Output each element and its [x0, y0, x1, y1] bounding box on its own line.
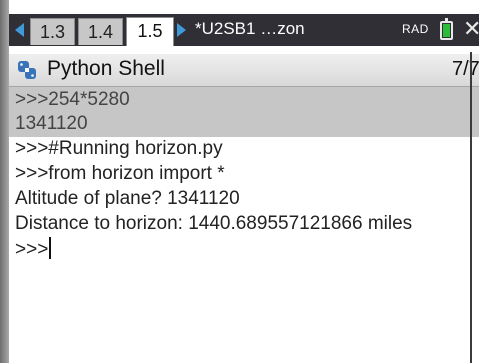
- page-count: 7/7: [452, 58, 479, 80]
- screen-bezel: [0, 0, 9, 363]
- arrow-left-icon[interactable]: [15, 23, 24, 37]
- calculator-screen: 1.3 1.4 1.5 *U2SB1 …zon RAD ✕ Python She…: [0, 0, 479, 363]
- shell-line-altitude: Altitude of plane? 1341120: [15, 188, 240, 209]
- shell-line-import: >>>from horizon import *: [15, 163, 225, 184]
- close-icon[interactable]: ✕: [463, 14, 479, 46]
- python-shell-output[interactable]: >>>254*5280 1341120 >>>#Running horizon.…: [9, 87, 479, 363]
- tab-bar: 1.3 1.4 1.5 *U2SB1 …zon RAD ✕: [9, 14, 479, 46]
- document-title: *U2SB1 …zon: [195, 19, 305, 38]
- shell-line-distance: Distance to horizon: 1440.689557121866 m…: [15, 213, 413, 234]
- tab-1-5[interactable]: 1.5: [126, 17, 174, 46]
- angle-mode-indicator: RAD: [402, 22, 429, 36]
- shell-line-input[interactable]: >>>254*5280: [9, 87, 479, 113]
- app-header: Python Shell 7/7: [9, 54, 479, 87]
- python-icon: [18, 61, 36, 79]
- tab-1-4[interactable]: 1.4: [78, 18, 123, 45]
- shell-prompt: >>>: [15, 239, 49, 260]
- arrow-right-icon[interactable]: [177, 23, 186, 37]
- battery-icon: [440, 18, 453, 40]
- shell-prompt-line[interactable]: >>>: [9, 237, 479, 263]
- text-cursor: [49, 237, 52, 259]
- battery-level: [443, 24, 450, 37]
- right-edge-divider: [470, 52, 472, 363]
- shell-line-output[interactable]: 1341120: [9, 111, 479, 137]
- app-title: Python Shell: [47, 57, 165, 80]
- tab-1-3[interactable]: 1.3: [30, 18, 75, 45]
- shell-line-comment: >>>#Running horizon.py: [15, 138, 223, 159]
